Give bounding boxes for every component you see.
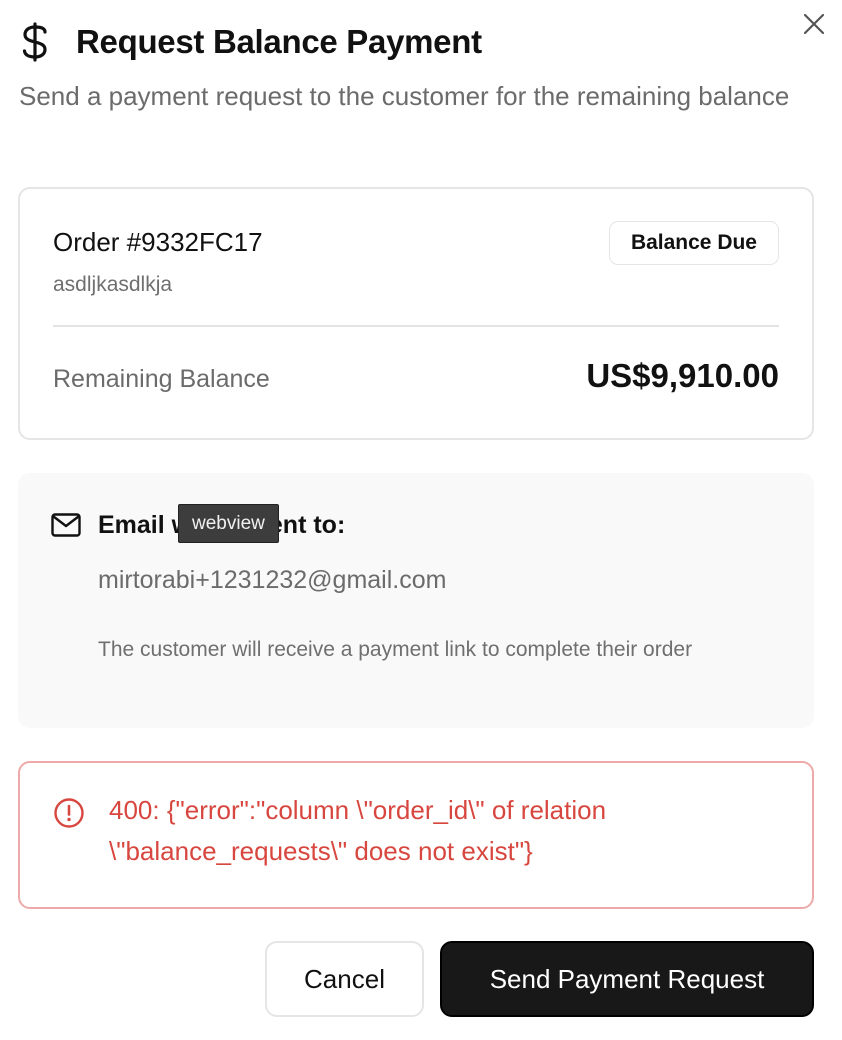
remaining-balance-amount: US$9,910.00 [586, 357, 779, 394]
cancel-button[interactable]: Cancel [265, 941, 424, 1017]
dialog-subtitle: Send a payment request to the customer f… [19, 81, 790, 111]
mail-icon [51, 513, 81, 537]
email-note: The customer will receive a payment link… [98, 638, 693, 661]
send-payment-request-button[interactable]: Send Payment Request [440, 941, 814, 1017]
order-summary-card: Order #9332FC17 asdljkasdlkja Balance Du… [18, 187, 814, 440]
webview-tooltip: webview [178, 504, 279, 543]
email-recipient-section: Email will be sent to: webview mirtorabi… [18, 473, 814, 728]
dollar-icon [20, 20, 56, 64]
remaining-balance-label: Remaining Balance [53, 365, 270, 393]
email-address: mirtorabi+1231232@gmail.com [98, 566, 447, 594]
order-customer-name: asdljkasdlkja [53, 273, 173, 296]
status-badge: Balance Due [608, 221, 779, 265]
dialog-title: Request Balance Payment [76, 23, 482, 60]
close-button[interactable] [796, 6, 832, 42]
card-divider [53, 325, 779, 327]
error-alert: 400: {"error":"column \"order_id\" of re… [18, 761, 814, 909]
request-balance-payment-dialog: Request Balance Payment Send a payment r… [0, 0, 842, 1040]
dialog-header: Request Balance Payment [20, 20, 482, 64]
alert-circle-icon [54, 798, 84, 828]
order-number: Order #9332FC17 [53, 227, 263, 257]
error-message: 400: {"error":"column \"order_id\" of re… [109, 795, 607, 866]
close-icon [803, 13, 825, 35]
